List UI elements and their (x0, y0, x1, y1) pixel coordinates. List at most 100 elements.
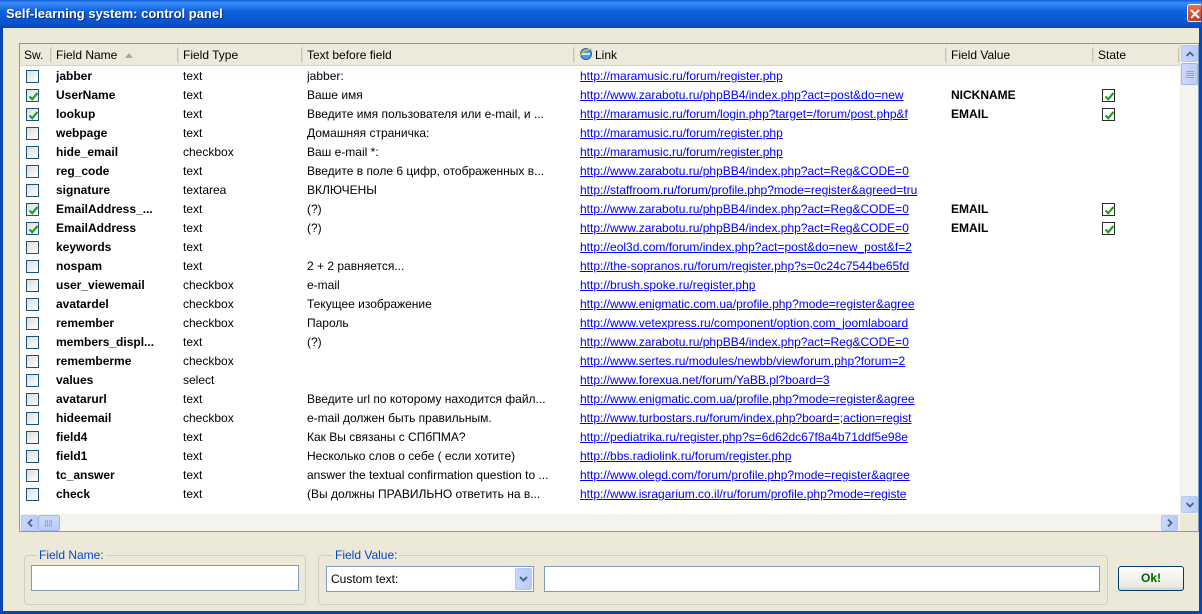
row-switch-checkbox[interactable] (24, 276, 42, 295)
horizontal-scroll-thumb[interactable] (38, 515, 60, 531)
link-cell[interactable]: http://www.vetexpress.ru/component/optio… (580, 314, 950, 333)
row-switch-checkbox[interactable] (24, 333, 42, 352)
row-switch-checkbox[interactable] (24, 371, 42, 390)
link-cell[interactable]: http://www.isragarium.co.il/ru/forum/pro… (580, 485, 950, 504)
row-switch-checkbox[interactable] (24, 314, 42, 333)
state-cell (1100, 105, 1120, 124)
table-row[interactable]: hideemail checkbox e-mail должен быть прав… (20, 409, 1180, 428)
field-name-cell: hide_email (56, 145, 119, 159)
table-row[interactable]: check text (Вы должны ПРАВИЛЬНО ответить н… (20, 485, 1180, 504)
field-value-input[interactable] (544, 566, 1100, 592)
scroll-up-button[interactable] (1181, 45, 1198, 62)
link-cell[interactable]: http://www.zarabotu.ru/phpBB4/index.php?… (580, 162, 950, 181)
link-cell[interactable]: http://www.olegd.com/forum/profile.php?m… (580, 466, 950, 485)
table-row[interactable]: jabber text jabber: http://maramusic.ru/for… (20, 67, 1180, 86)
row-switch-checkbox[interactable] (24, 390, 42, 409)
vertical-scrollbar[interactable] (1180, 44, 1198, 514)
row-switch-checkbox[interactable] (24, 219, 42, 238)
row-switch-checkbox[interactable] (24, 67, 42, 86)
link-cell[interactable]: http://brush.spoke.ru/register.php (580, 276, 950, 295)
field-value-cell (951, 181, 1091, 200)
link-cell[interactable]: http://pediatrika.ru/register.php?s=6d62… (580, 428, 950, 447)
row-switch-checkbox[interactable] (24, 352, 42, 371)
row-switch-checkbox[interactable] (24, 143, 42, 162)
link-cell[interactable]: http://www.enigmatic.com.ua/profile.php?… (580, 295, 950, 314)
fields-list[interactable]: Sw. Field Name Field Type Text before fi… (19, 43, 1199, 532)
table-row[interactable]: webpage text Домашняя страничка: http://mar… (20, 124, 1180, 143)
table-row[interactable]: rememberme checkbox http://www.sertes.ru/m… (20, 352, 1180, 371)
field-value-type-select[interactable]: Custom text: (326, 566, 534, 592)
state-cell (1100, 276, 1120, 295)
column-header-field-type[interactable]: Field Type (179, 44, 303, 66)
link-cell[interactable]: http://maramusic.ru/forum/login.php?targ… (580, 105, 950, 124)
field-value-cell (951, 276, 1091, 295)
column-header-field-name[interactable]: Field Name (52, 44, 179, 66)
field-value-cell (951, 314, 1091, 333)
column-header-link[interactable]: Link (575, 44, 947, 66)
table-row[interactable]: EmailAddress_... text (?) http://www.zarabo… (20, 200, 1180, 219)
link-cell[interactable]: http://eol3d.com/forum/index.php?act=pos… (580, 238, 950, 257)
table-row[interactable]: field1 text Несколько слов о себе ( если х… (20, 447, 1180, 466)
row-switch-checkbox[interactable] (24, 485, 42, 504)
dropdown-button[interactable] (515, 568, 532, 590)
row-switch-checkbox[interactable] (24, 105, 42, 124)
link-cell[interactable]: http://maramusic.ru/forum/register.php (580, 67, 950, 86)
row-switch-checkbox[interactable] (24, 162, 42, 181)
scroll-left-button[interactable] (21, 515, 38, 531)
table-row[interactable]: values select http://www.forexua.net/forum… (20, 371, 1180, 390)
link-cell[interactable]: http://www.sertes.ru/modules/newbb/viewf… (580, 352, 950, 371)
link-cell[interactable]: http://maramusic.ru/forum/register.php (580, 143, 950, 162)
column-header-text-before[interactable]: Text before field (303, 44, 575, 66)
row-switch-checkbox[interactable] (24, 428, 42, 447)
link-cell[interactable]: http://www.turbostars.ru/forum/index.php… (580, 409, 950, 428)
table-row[interactable]: avatardel checkbox Текущее изображение http… (20, 295, 1180, 314)
table-row[interactable]: members_displ... text (?) http://www.zarabo… (20, 333, 1180, 352)
table-row[interactable]: field4 text Как Вы связаны с СПбПМА? http:/… (20, 428, 1180, 447)
table-row[interactable]: EmailAddress text (?) http://www.zarabotu.r… (20, 219, 1180, 238)
table-row[interactable]: tc_answer text answer the textual confirma… (20, 466, 1180, 485)
column-header-field-value[interactable]: Field Value (947, 44, 1094, 66)
link-cell[interactable]: http://www.forexua.net/forum/YaBB.pl?boa… (580, 371, 950, 390)
row-switch-checkbox[interactable] (24, 447, 42, 466)
row-switch-checkbox[interactable] (24, 238, 42, 257)
link-cell[interactable]: http://staffroom.ru/forum/profile.php?mo… (580, 181, 950, 200)
table-row[interactable]: signature textarea ВКЛЮЧЕНЫ http://staffroo… (20, 181, 1180, 200)
row-switch-checkbox[interactable] (24, 295, 42, 314)
row-switch-checkbox[interactable] (24, 124, 42, 143)
table-row[interactable]: keywords text http://eol3d.com/forum/index… (20, 238, 1180, 257)
link-cell[interactable]: http://www.zarabotu.ru/phpBB4/index.php?… (580, 219, 950, 238)
table-row[interactable]: avatarurl text Введите url по которому нах… (20, 390, 1180, 409)
link-cell[interactable]: http://www.zarabotu.ru/phpBB4/index.php?… (580, 86, 950, 105)
table-row[interactable]: user_viewemail checkbox e-mail http://brush… (20, 276, 1180, 295)
scroll-right-button[interactable] (1161, 515, 1178, 531)
table-row[interactable]: remember checkbox Пароль http://www.vetexpr… (20, 314, 1180, 333)
row-switch-checkbox[interactable] (24, 181, 42, 200)
table-row[interactable]: hide_email checkbox Ваш e-mail *: http://ma… (20, 143, 1180, 162)
link-cell[interactable]: http://the-sopranos.ru/forum/register.ph… (580, 257, 950, 276)
ok-button[interactable]: Ok! (1118, 566, 1184, 591)
row-switch-checkbox[interactable] (24, 257, 42, 276)
table-row[interactable]: reg_code text Введите в поле 6 цифр, отобр… (20, 162, 1180, 181)
table-row[interactable]: lookup text Введите имя пользователя или e… (20, 105, 1180, 124)
link-cell[interactable]: http://www.zarabotu.ru/phpBB4/index.php?… (580, 200, 950, 219)
horizontal-scrollbar[interactable] (20, 514, 1180, 531)
column-header-sw[interactable]: Sw. (20, 44, 52, 66)
checkbox-icon (26, 298, 39, 311)
checkbox-icon (26, 127, 39, 140)
scroll-down-button[interactable] (1181, 496, 1198, 513)
vertical-scroll-thumb[interactable] (1181, 63, 1198, 85)
row-switch-checkbox[interactable] (24, 200, 42, 219)
table-row[interactable]: nospam text 2 + 2 равняется... http://the-s… (20, 257, 1180, 276)
link-cell[interactable]: http://www.enigmatic.com.ua/profile.php?… (580, 390, 950, 409)
close-button[interactable] (1187, 4, 1201, 22)
column-header-state[interactable]: State (1094, 44, 1180, 66)
link-cell[interactable]: http://maramusic.ru/forum/register.php (580, 124, 950, 143)
row-switch-checkbox[interactable] (24, 466, 42, 485)
text-before-cell: (?) (307, 202, 322, 216)
link-cell[interactable]: http://bbs.radiolink.ru/forum/register.p… (580, 447, 950, 466)
field-name-input[interactable] (31, 565, 299, 591)
link-cell[interactable]: http://www.zarabotu.ru/phpBB4/index.php?… (580, 333, 950, 352)
table-row[interactable]: UserName text Ваше имя http://www.zarabotu.… (20, 86, 1180, 105)
row-switch-checkbox[interactable] (24, 409, 42, 428)
row-switch-checkbox[interactable] (24, 86, 42, 105)
